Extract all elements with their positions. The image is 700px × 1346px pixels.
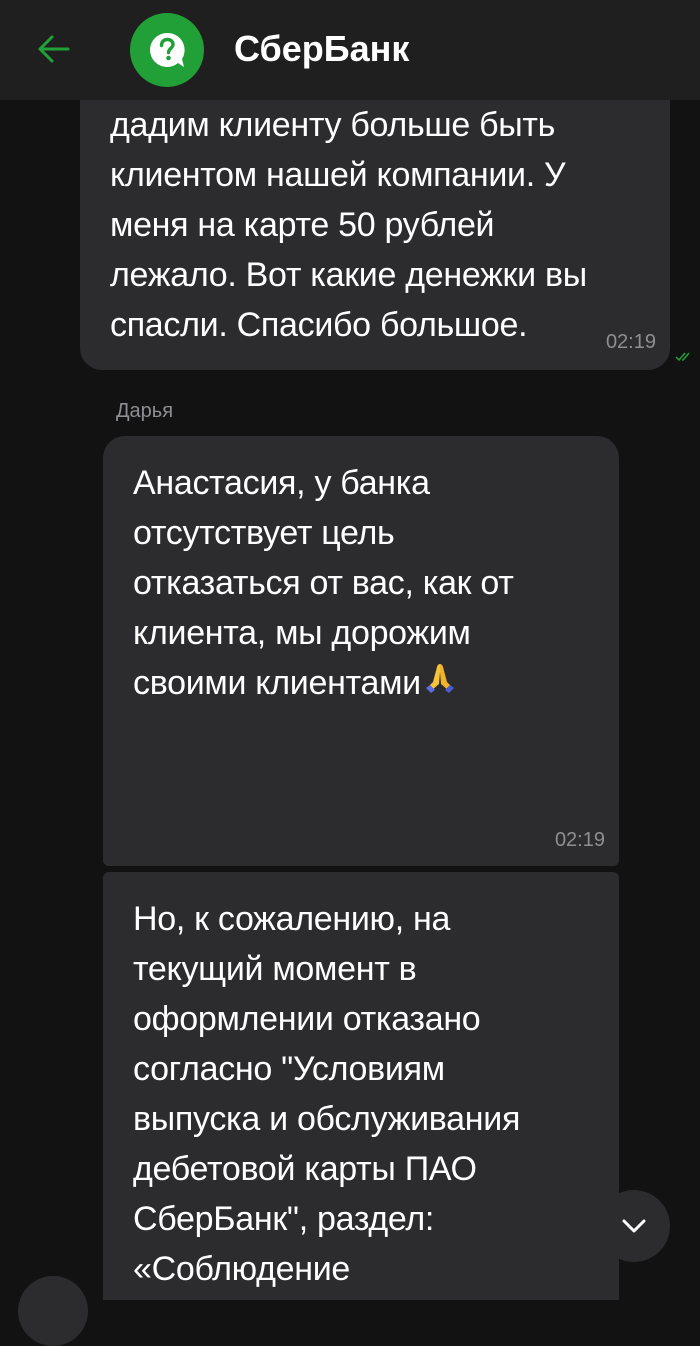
chevron-down-icon [622,1219,646,1233]
partial-button[interactable] [18,1276,88,1346]
chat-header: СберБанк [0,0,700,100]
message-text: дадим клиенту больше быть клиентом нашей… [110,106,587,344]
folded-hands-emoji [425,664,454,693]
incoming-message[interactable]: Но, к сожалению, на текущий момент в офо… [103,872,619,1300]
message-text-wrap: Анастасия, у банка отсутствует цель отка… [133,458,619,708]
back-button[interactable] [26,22,80,76]
chat-title: СберБанк [234,28,410,69]
incoming-message[interactable]: Анастасия, у банка отсутствует цель отка… [103,436,619,866]
message-time: 02:19 [605,331,656,353]
chat-avatar[interactable] [130,13,204,87]
double-check-icon [675,352,690,362]
scroll-down-button[interactable] [598,1190,670,1262]
message-text: Но, к сожалению, на текущий момент в офо… [133,900,521,1288]
sender-name: Дарья [116,400,174,422]
arrow-left-icon [38,35,70,63]
outgoing-message[interactable]: дадим клиенту больше быть клиентом нашей… [80,80,670,370]
help-chat-icon [150,32,185,67]
message-time: 02:19 [554,829,605,851]
